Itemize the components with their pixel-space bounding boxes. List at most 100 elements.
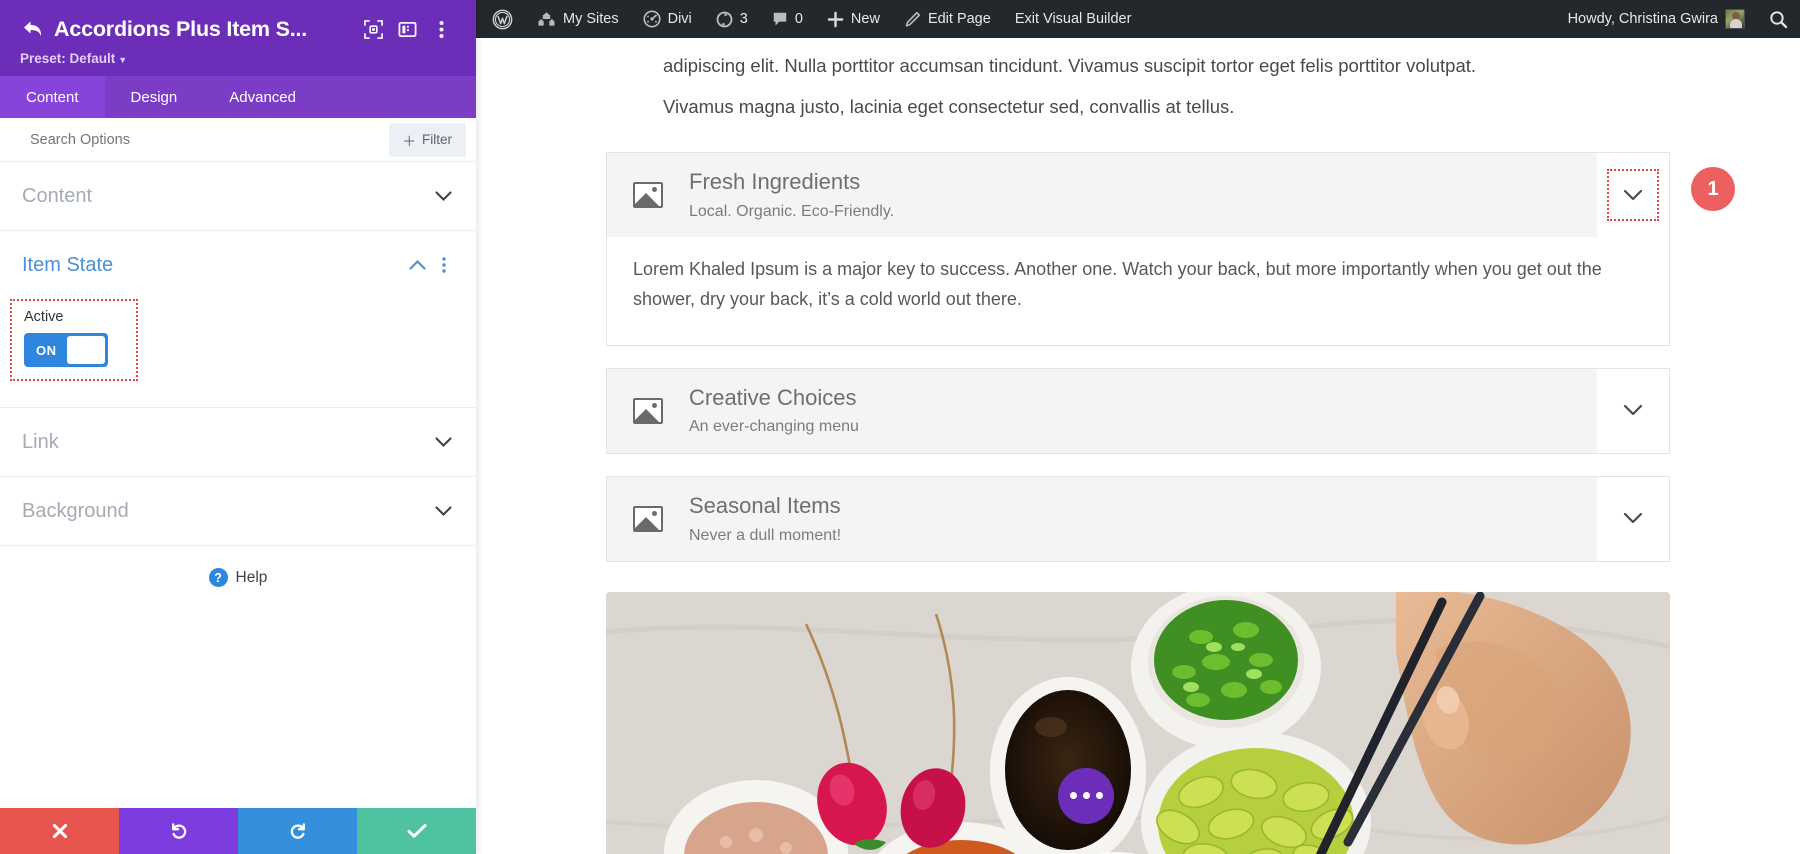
chevron-down-icon <box>1623 513 1643 524</box>
admin-bar-item-exit-visual-builder[interactable]: Exit Visual Builder <box>1003 0 1144 38</box>
section-options-kebab-icon[interactable] <box>434 254 454 276</box>
page-title: Accordions Plus Item S... <box>54 16 308 41</box>
intro-text-block: adipiscing elit. Nulla porttitor accumsa… <box>663 38 1613 124</box>
accordion-module: Fresh Ingredients Local. Organic. Eco-Fr… <box>606 152 1735 562</box>
accordion-item-title: Creative Choices <box>689 384 857 410</box>
tab-advanced[interactable]: Advanced <box>203 76 322 118</box>
chevron-down-icon <box>1623 405 1643 416</box>
panel-layout-icon[interactable] <box>390 14 424 44</box>
chevron-down-icon[interactable] <box>432 185 454 207</box>
admin-bar-search-button[interactable] <box>1757 0 1800 38</box>
accordion-toggle-highlight[interactable] <box>1607 169 1659 222</box>
active-toggle[interactable]: ON <box>24 333 108 367</box>
search-options-row: ＋ Filter <box>0 118 476 162</box>
kebab-menu-icon[interactable] <box>424 14 458 44</box>
admin-bar-item-comments[interactable]: 0 <box>760 0 815 38</box>
plus-icon <box>827 11 844 27</box>
dashboard-gauge-icon <box>643 10 661 28</box>
section-item-state[interactable]: Item State Active ON <box>0 231 476 408</box>
section-content[interactable]: Content <box>0 162 476 231</box>
admin-bar-item-updates[interactable]: 3 <box>704 0 760 38</box>
module-actions-button[interactable] <box>1058 767 1114 824</box>
image-placeholder-icon <box>633 505 663 532</box>
save-button[interactable] <box>357 808 476 854</box>
admin-bar-label: Divi <box>667 11 692 27</box>
tab-design[interactable]: Design <box>105 76 204 118</box>
wp-admin-bar: My Sites Divi 3 0 New Edit Page Exit Vis… <box>476 0 1800 38</box>
plus-icon: ＋ <box>402 133 417 149</box>
accordion-item-subtitle: An ever-changing menu <box>689 418 859 436</box>
preset-selector[interactable]: Preset: Default ▼ <box>18 51 458 66</box>
admin-bar-label: 0 <box>794 11 803 27</box>
admin-bar-item-new[interactable]: New <box>815 0 892 38</box>
filter-button-label: Filter <box>422 132 452 147</box>
accordion-item-creative-choices[interactable]: Creative Choices An ever-changing menu <box>606 367 1670 454</box>
accordion-title-group: Seasonal Items Never a dull moment! <box>689 477 1597 561</box>
updates-refresh-icon <box>716 11 733 27</box>
sites-house-icon <box>537 12 556 26</box>
comment-bubble-icon <box>773 12 787 26</box>
accordion-item-title: Seasonal Items <box>689 492 841 518</box>
settings-panel-footer <box>0 808 476 854</box>
module-settings-panel: Accordions Plus Item S... Preset: Defaul… <box>0 0 476 854</box>
cancel-button[interactable] <box>0 808 119 854</box>
section-link[interactable]: Link <box>0 408 476 477</box>
accordion-toggle-cell[interactable] <box>1597 476 1669 561</box>
pencil-icon <box>905 11 921 27</box>
back-arrow-icon[interactable] <box>18 14 48 44</box>
accordion-toggle[interactable] <box>1607 385 1659 437</box>
settings-tabs: Content Design Advanced <box>0 76 476 118</box>
admin-bar-label: Exit Visual Builder <box>1014 11 1132 27</box>
accordion-toggle-cell[interactable] <box>1597 153 1669 238</box>
admin-bar-account[interactable]: Howdy, Christina Gwira <box>1556 0 1757 38</box>
ellipsis-icon <box>1069 792 1077 800</box>
ellipsis-icon <box>1095 792 1103 800</box>
accordion-title-group: Fresh Ingredients Local. Organic. Eco-Fr… <box>689 153 1597 237</box>
help-label: Help <box>235 568 268 586</box>
settings-sections: Content Item State Active ON Link Backgr… <box>0 162 476 808</box>
intro-paragraph-2: Vivamus magna justo, lacinia eget consec… <box>663 96 1235 118</box>
accordion-icon-cell <box>607 153 689 237</box>
section-background-title: Background <box>22 499 129 522</box>
accordion-item-title: Fresh Ingredients <box>689 169 861 195</box>
admin-bar-item-divi[interactable]: Divi <box>631 0 704 38</box>
focus-target-icon[interactable] <box>356 14 390 44</box>
accordion-header[interactable]: Seasonal Items Never a dull moment! <box>607 476 1669 561</box>
redo-button[interactable] <box>238 808 357 854</box>
accordion-title-group: Creative Choices An ever-changing menu <box>689 369 1597 453</box>
accordion-icon-cell <box>607 369 689 453</box>
accordion-toggle-cell[interactable] <box>1597 368 1669 453</box>
admin-bar-label: My Sites <box>563 11 619 27</box>
section-background[interactable]: Background <box>0 477 476 546</box>
chevron-down-icon[interactable] <box>432 500 454 522</box>
accordion-item-fresh-ingredients[interactable]: Fresh Ingredients Local. Organic. Eco-Fr… <box>606 152 1735 346</box>
filter-button[interactable]: ＋ Filter <box>388 122 466 157</box>
active-toggle-value: ON <box>36 342 57 358</box>
step-badge-1: 1 <box>1691 167 1735 212</box>
ellipsis-icon <box>1082 792 1090 800</box>
accordion-item-body: Lorem Khaled Ipsum is a major key to suc… <box>607 237 1669 345</box>
accordion-toggle[interactable] <box>1607 493 1659 545</box>
accordion-body-text: Lorem Khaled Ipsum is a major key to suc… <box>633 259 1602 310</box>
accordion-item-subtitle: Local. Organic. Eco-Friendly. <box>689 202 895 220</box>
accordion-item-seasonal-items[interactable]: Seasonal Items Never a dull moment! <box>606 475 1670 562</box>
active-field-highlight: Active ON <box>10 299 138 381</box>
wordpress-logo-icon <box>492 9 513 29</box>
search-input[interactable] <box>0 131 389 148</box>
accordion-icon-cell <box>607 477 689 561</box>
chevron-down-icon <box>1623 189 1643 200</box>
search-icon <box>1770 10 1788 28</box>
help-question-icon: ? <box>208 568 228 587</box>
accordion-header[interactable]: Creative Choices An ever-changing menu <box>607 368 1669 453</box>
help-button[interactable]: ? Help <box>0 546 476 609</box>
admin-bar-item-my-sites[interactable]: My Sites <box>525 0 631 38</box>
active-field-label: Active <box>24 309 64 325</box>
accordion-header[interactable]: Fresh Ingredients Local. Organic. Eco-Fr… <box>607 153 1669 238</box>
food-photo <box>606 591 1670 854</box>
chevron-up-icon[interactable] <box>406 254 428 276</box>
admin-bar-item-edit-page[interactable]: Edit Page <box>892 0 1003 38</box>
tab-content[interactable]: Content <box>0 76 105 118</box>
undo-button[interactable] <box>119 808 238 854</box>
wordpress-logo-button[interactable] <box>476 0 525 38</box>
chevron-down-icon[interactable] <box>432 431 454 453</box>
